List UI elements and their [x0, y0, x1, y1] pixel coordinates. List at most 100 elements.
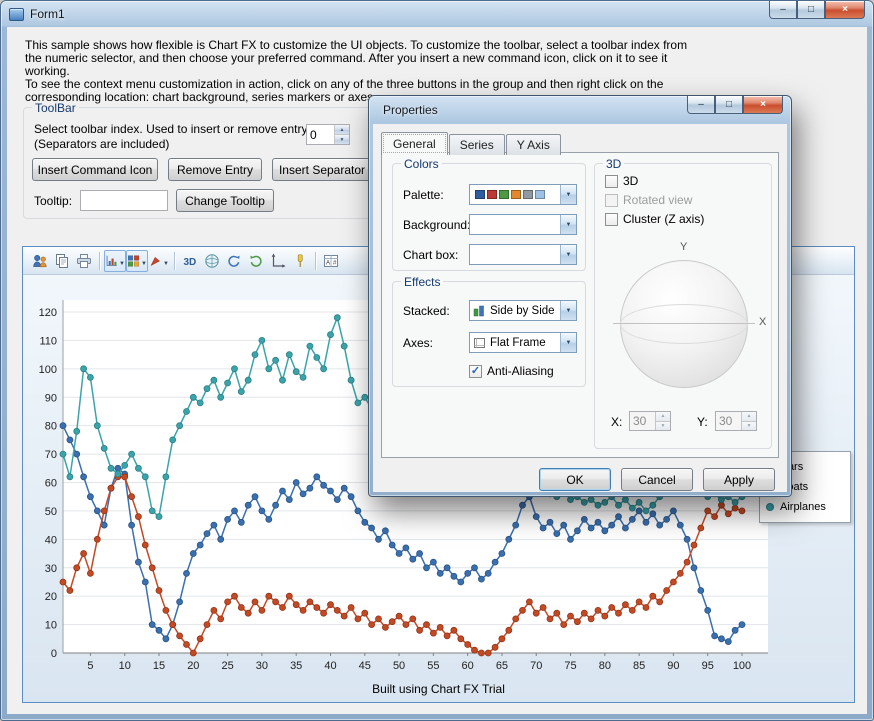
checkbox-label: Rotated view	[623, 193, 692, 207]
svg-text:60: 60	[462, 660, 474, 672]
chevron-down-icon[interactable]	[560, 185, 576, 204]
colors-groupbox: Colors Palette: Background: Chart box:	[392, 163, 586, 271]
svg-text:5: 5	[87, 660, 93, 672]
groupbox-title: Effects	[401, 275, 443, 289]
checkbox-cluster-z-axis[interactable]: Cluster (Z axis)	[605, 212, 704, 226]
svg-text:75: 75	[564, 660, 576, 672]
spin-up-button	[656, 412, 670, 422]
main-titlebar[interactable]: Form1 – □ ×	[1, 1, 873, 27]
data-editor-icon[interactable]: A#	[320, 250, 342, 272]
palette-icon[interactable]	[126, 250, 148, 272]
dialog-title: Properties	[383, 103, 438, 117]
apply-button[interactable]: Apply	[703, 468, 775, 491]
groupbox-title: Colors	[401, 157, 442, 171]
stacked-combobox[interactable]: Side by Side	[469, 300, 577, 321]
spin-up-button[interactable]	[335, 125, 349, 135]
toolbar-index-spinner[interactable]	[306, 124, 350, 145]
toolbar-separator	[174, 252, 175, 270]
svg-text:110: 110	[39, 335, 57, 347]
svg-text:20: 20	[45, 591, 57, 603]
svg-text:120: 120	[39, 307, 57, 319]
axes-value: Flat Frame	[486, 337, 559, 349]
toolbar-buttons-row: Insert Command Icon Remove Entry Insert Se…	[32, 158, 372, 181]
dialog-minimize-button[interactable]: –	[687, 96, 715, 114]
gallery-icon[interactable]	[104, 250, 126, 272]
background-label: Background:	[403, 218, 470, 232]
spin-down-button[interactable]	[335, 135, 349, 144]
maximize-button[interactable]: □	[797, 1, 825, 19]
remove-entry-button[interactable]: Remove Entry	[168, 158, 262, 181]
dialog-titlebar[interactable]: Properties – □ ×	[369, 96, 791, 123]
toolbar-index-input[interactable]	[307, 125, 334, 144]
tab-series[interactable]: Series	[449, 134, 505, 155]
chevron-down-icon[interactable]	[560, 333, 576, 352]
palette-label: Palette:	[403, 188, 444, 202]
palette-combobox[interactable]	[469, 184, 577, 205]
side-by-side-icon	[473, 305, 486, 317]
checkbox-anti-aliasing[interactable]: Anti-Aliasing	[469, 364, 554, 378]
svg-text:A: A	[326, 260, 330, 266]
svg-text:30: 30	[256, 660, 268, 672]
print-icon[interactable]	[73, 250, 95, 272]
copy-icon[interactable]	[51, 250, 73, 272]
svg-text:50: 50	[393, 660, 405, 672]
spin-down-button	[742, 422, 756, 431]
chevron-down-icon[interactable]	[560, 215, 576, 234]
checkbox-label: Cluster (Z axis)	[623, 212, 704, 226]
insert-command-icon-button[interactable]: Insert Command Icon	[32, 158, 158, 181]
checkbox-label: 3D	[623, 174, 638, 188]
rotate-cw-icon[interactable]	[223, 250, 245, 272]
rotation-x-label: X:	[611, 415, 622, 429]
dialog-maximize-button[interactable]: □	[715, 96, 743, 114]
cancel-button[interactable]: Cancel	[621, 468, 693, 491]
groupbox-title: 3D	[603, 157, 624, 171]
rotation-y-input	[716, 412, 741, 430]
color-marker-icon[interactable]	[148, 250, 170, 272]
maximize-icon: □	[726, 100, 732, 110]
tab-general[interactable]: General	[381, 132, 448, 155]
palette-swatches	[470, 190, 545, 199]
svg-text:95: 95	[702, 660, 714, 672]
tooltip-label: Tooltip:	[34, 194, 72, 208]
users-icon[interactable]	[29, 250, 51, 272]
chevron-down-icon[interactable]	[560, 301, 576, 320]
dialog-client: GeneralSeriesY Axis Colors Palette: Back…	[373, 124, 787, 492]
axes-combobox[interactable]: Flat Frame	[469, 332, 577, 353]
change-tooltip-button[interactable]: Change Tooltip	[176, 189, 274, 212]
sphere-y-axis-label: Y	[680, 241, 687, 253]
checkbox-icon	[469, 365, 482, 378]
dialog-close-button[interactable]: ×	[743, 96, 783, 114]
insert-separator-button[interactable]: Insert Separator	[272, 158, 372, 181]
checkbox-label: Anti-Aliasing	[487, 364, 554, 378]
tab-y-axis[interactable]: Y Axis	[506, 134, 561, 155]
axes-label: Axes:	[403, 336, 433, 350]
ok-button[interactable]: OK	[539, 468, 611, 491]
svg-text:15: 15	[153, 660, 165, 672]
index-label: Select toolbar index. Used to insert or …	[34, 122, 311, 136]
rotate-ccw-icon[interactable]	[245, 250, 267, 272]
pin-icon[interactable]	[289, 250, 311, 272]
background-combobox[interactable]	[469, 214, 577, 235]
svg-text:10: 10	[119, 660, 131, 672]
legend-item: Airplanes	[766, 497, 844, 517]
svg-text:25: 25	[221, 660, 233, 672]
flat-frame-icon	[473, 337, 486, 349]
chevron-down-icon	[140, 252, 147, 270]
checkbox-3d[interactable]: 3D	[605, 174, 704, 188]
tooltip-input[interactable]	[80, 190, 168, 211]
toolbar-groupbox: ToolBar Select toolbar index. Used to in…	[23, 107, 371, 219]
axis-icon[interactable]	[267, 250, 289, 272]
sphere-icon[interactable]	[201, 250, 223, 272]
chart-box-combobox[interactable]	[469, 244, 577, 265]
svg-text:10: 10	[45, 620, 57, 632]
chevron-down-icon[interactable]	[560, 245, 576, 264]
3d-checkbox-list: 3D Rotated view Cluster (Z axis)	[605, 174, 704, 226]
stacked-value: Side by Side	[486, 305, 559, 317]
close-icon: ×	[842, 5, 848, 15]
3d-icon[interactable]: 3D	[179, 250, 201, 272]
minimize-button[interactable]: –	[769, 1, 797, 19]
toolbar-separator	[315, 252, 316, 270]
checkbox-icon	[605, 213, 618, 226]
close-button[interactable]: ×	[825, 1, 865, 19]
sphere-meridian	[620, 304, 748, 344]
